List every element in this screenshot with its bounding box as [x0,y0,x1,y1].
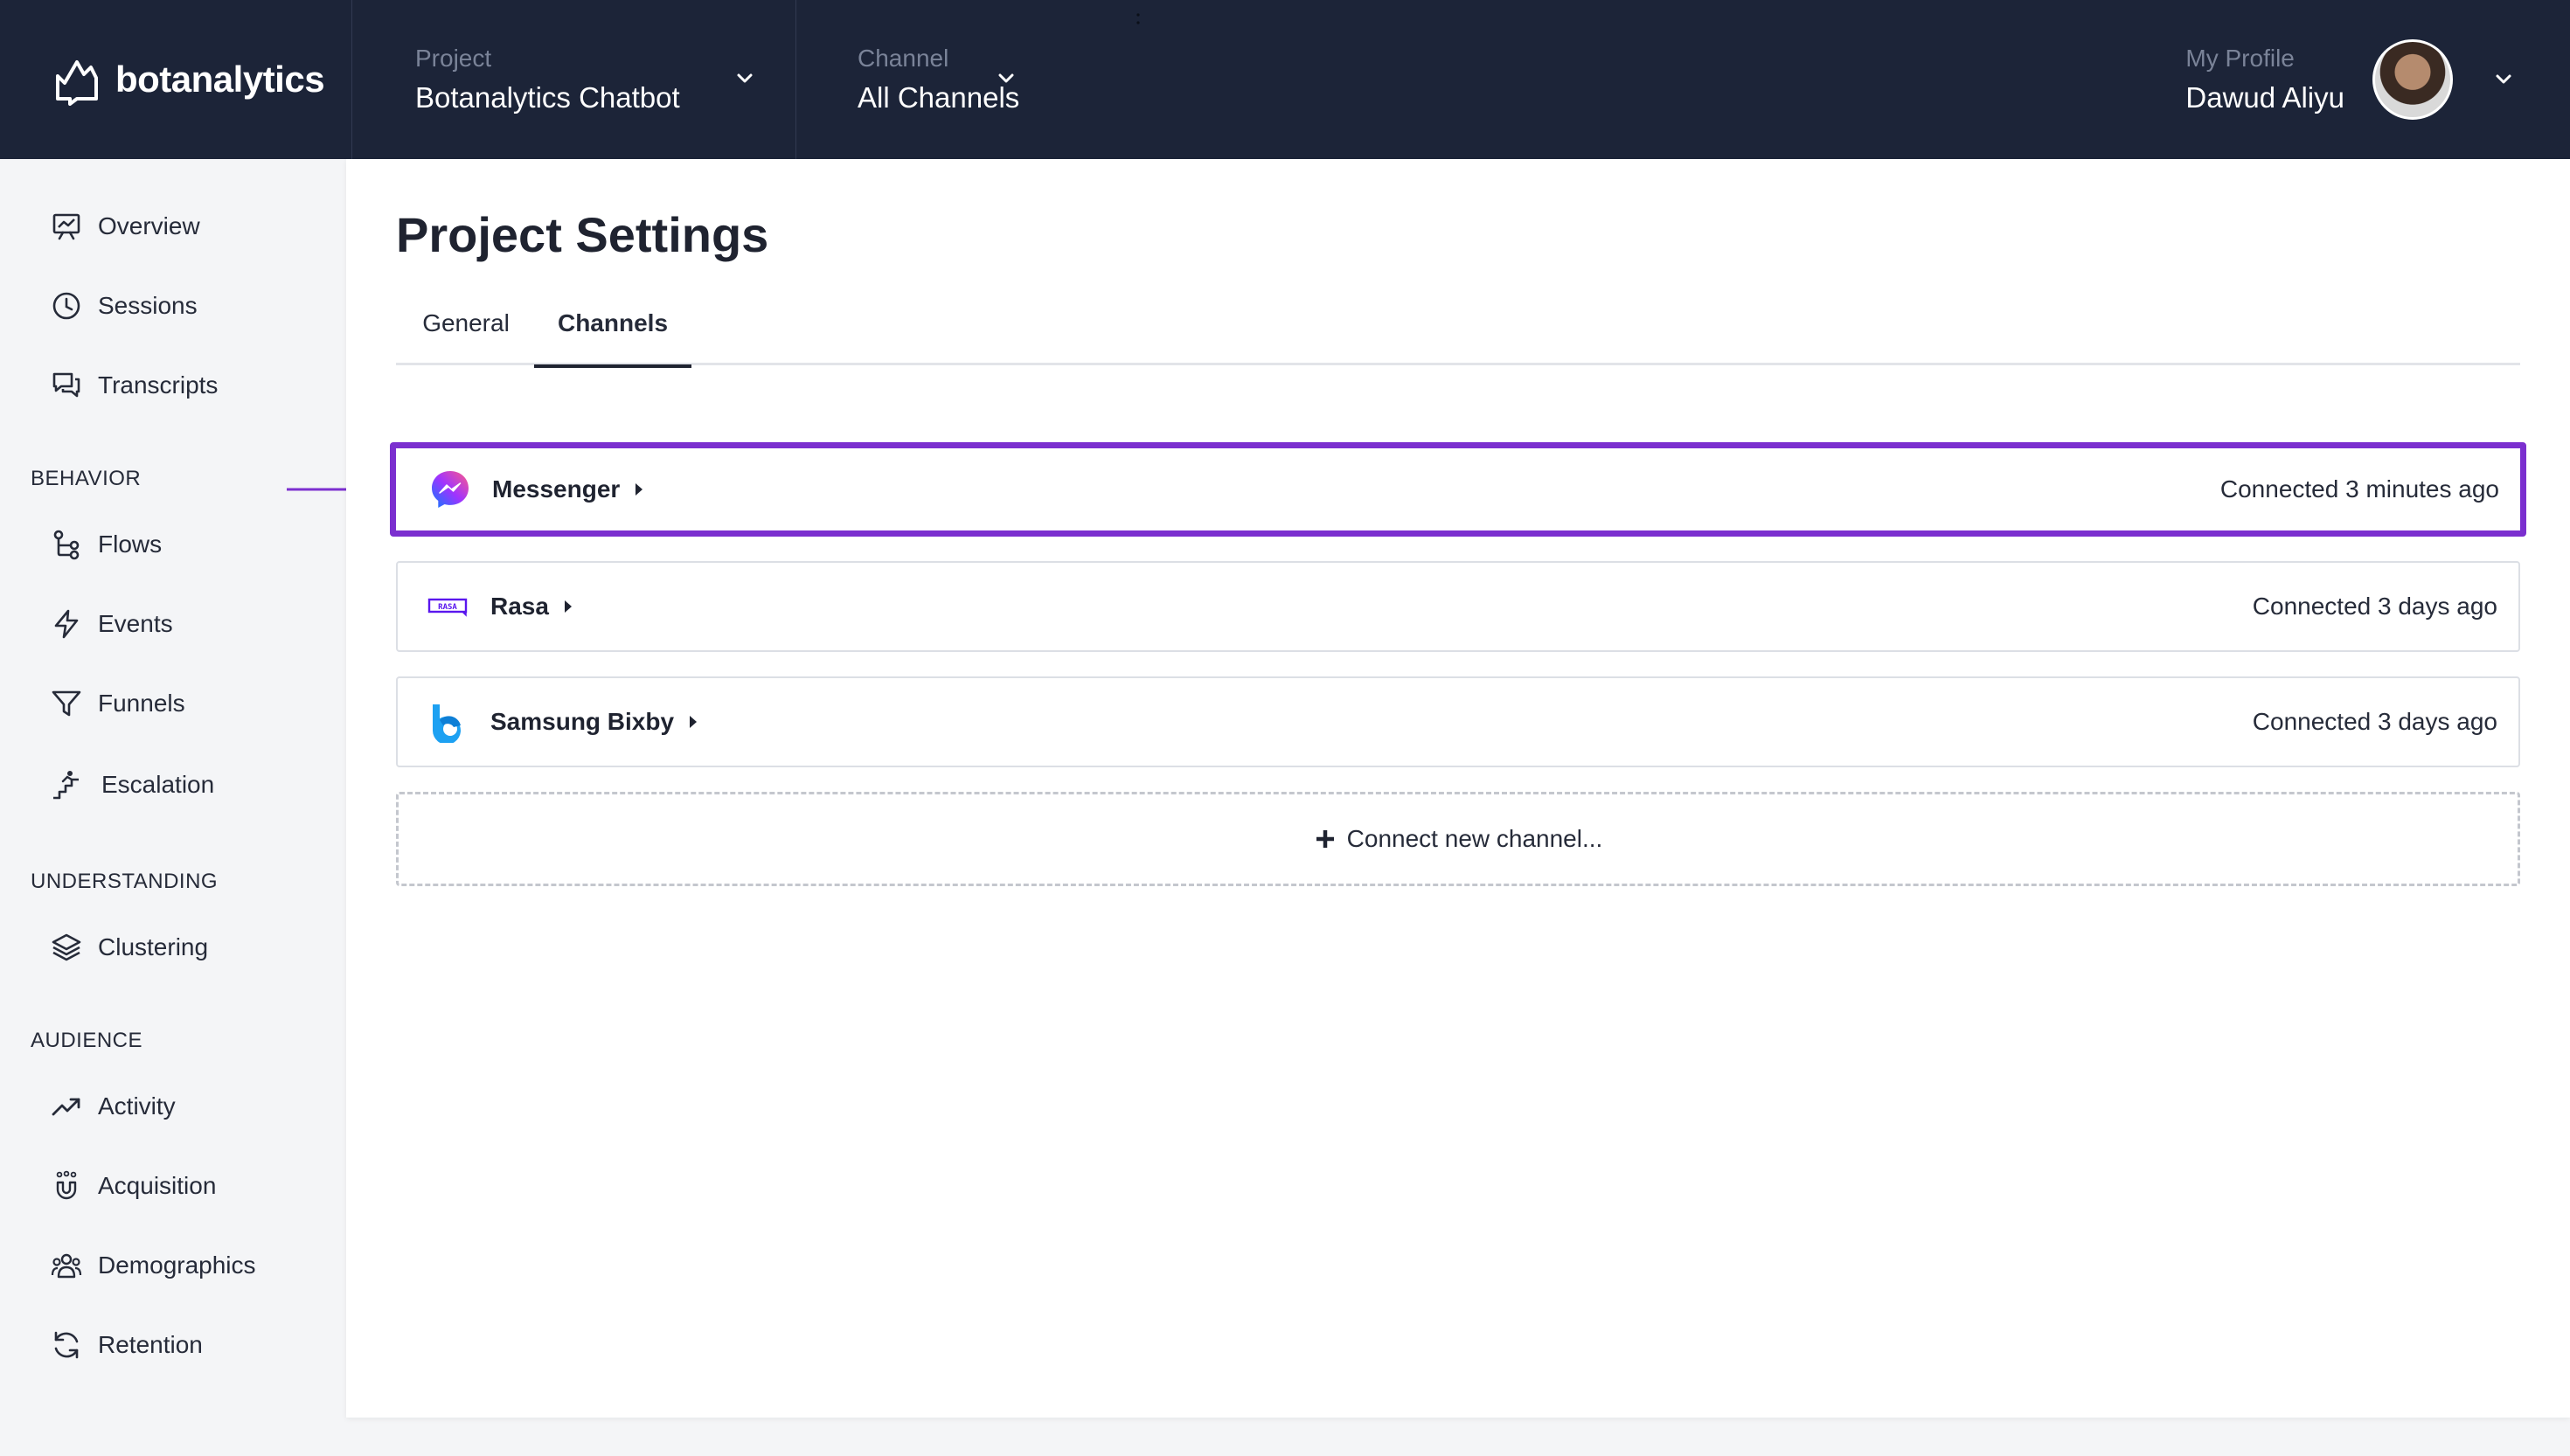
sidebar-item-transcripts[interactable]: Transcripts [51,364,218,407]
sidebar-item-escalation[interactable]: Escalation [51,763,214,807]
lightning-icon [54,609,79,639]
trend-up-icon [52,1098,80,1116]
channel-name: Samsung Bixby [490,708,675,735]
profile-name: Dawud Aliyu [2185,81,2344,114]
sidebar-item-acquisition[interactable]: Acquisition [51,1164,216,1208]
funnel-icon [52,690,81,717]
magnet-icon [56,1170,77,1200]
sidebar-item-retention[interactable]: Retention [51,1323,203,1367]
sidebar-item-label: Retention [98,1331,203,1358]
tab-bar: General Channels [396,309,2520,368]
sidebar-item-label: Overview [98,212,200,239]
brand[interactable]: botanalytics [0,0,352,159]
rasa-icon: RASA [427,586,469,627]
botanalytics-logo-icon [56,60,98,106]
page-title: Project Settings [396,207,769,262]
main-panel: Project Settings General Channels Messen… [346,159,2570,1418]
clock-icon [52,292,80,320]
sidebar-item-label: Flows [98,530,163,558]
sidebar-item-label: Demographics [98,1251,256,1279]
profile-label: My Profile [2185,45,2295,72]
chevron-down-icon[interactable] [996,68,1017,89]
caret-right-icon[interactable] [686,713,700,731]
sidebar-item-sessions[interactable]: Sessions [51,284,198,328]
section-heading-understanding: UNDERSTANDING [31,870,219,893]
sidebar-item-label: Clustering [98,933,209,960]
sidebar-item-label: Funnels [98,690,185,717]
sidebar-item-label: Escalation [101,771,215,798]
channel-status: Connected 3 minutes ago [2219,475,2499,503]
channel-name: Rasa [490,593,549,620]
caret-right-icon[interactable] [561,598,575,615]
top-bar: botanalytics Project Botanalytics Chatbo… [0,0,2570,159]
avatar[interactable] [2372,39,2453,120]
chevron-down-icon[interactable] [734,68,755,89]
sidebar-item-label: Sessions [98,292,198,319]
channel-name: Messenger [492,475,621,503]
chevron-down-icon[interactable] [2493,69,2514,90]
layers-icon [52,933,81,961]
users-group-icon [51,1253,82,1279]
channel-status: Connected 3 days ago [2252,593,2497,620]
messenger-icon [429,468,471,510]
channel-row-bixby[interactable]: Samsung Bixby Connected 3 days ago [396,676,2520,767]
sidebar-item-label: Activity [98,1092,176,1120]
refresh-icon [54,1331,79,1359]
tab-channels[interactable]: Channels [534,309,691,368]
chat-bubbles-icon [52,372,80,398]
bixby-icon [427,701,469,743]
plus-icon [1316,830,1334,848]
connect-new-channel-button[interactable]: Connect new channel... [396,792,2520,886]
section-heading-audience: AUDIENCE [31,1029,143,1052]
tab-general[interactable]: General [396,309,536,365]
sidebar-item-label: Events [98,610,173,637]
brand-name: botanalytics [115,59,325,100]
flow-icon [53,530,80,560]
sidebar: Overview Sessions Transcripts BEHAVIOR F… [0,159,346,1456]
presentation-chart-icon [52,213,80,240]
section-heading-behavior: BEHAVIOR [31,467,142,490]
rasa-logo-text: RASA [438,603,457,612]
escalation-stairs-icon [53,771,79,800]
sidebar-item-label: Acquisition [98,1172,217,1199]
project-label: Project [415,45,492,72]
sidebar-item-label: Transcripts [98,371,219,399]
sidebar-item-activity[interactable]: Activity [51,1085,176,1128]
profile-menu[interactable]: My Profile Dawud Aliyu [2185,0,2570,159]
channel-selector[interactable]: Channel All Channels [796,0,1146,159]
sidebar-item-overview[interactable]: Overview [51,205,200,248]
project-selector[interactable]: Project Botanalytics Chatbot [352,0,796,159]
sidebar-item-clustering[interactable]: Clustering [51,926,208,969]
sidebar-item-funnels[interactable]: Funnels [51,682,185,725]
dots-icon [1136,13,1140,24]
channel-row-rasa[interactable]: RASA Rasa Connected 3 days ago [396,561,2520,652]
sidebar-item-flows[interactable]: Flows [51,523,162,566]
channel-row-messenger[interactable]: Messenger Connected 3 minutes ago [390,442,2526,537]
sidebar-item-events[interactable]: Events [51,602,173,646]
sidebar-item-demographics[interactable]: Demographics [51,1244,256,1287]
project-value: Botanalytics Chatbot [415,81,680,114]
connect-new-label: Connect new channel... [1346,825,1603,852]
caret-right-icon[interactable] [632,481,646,498]
channel-status: Connected 3 days ago [2252,708,2497,735]
